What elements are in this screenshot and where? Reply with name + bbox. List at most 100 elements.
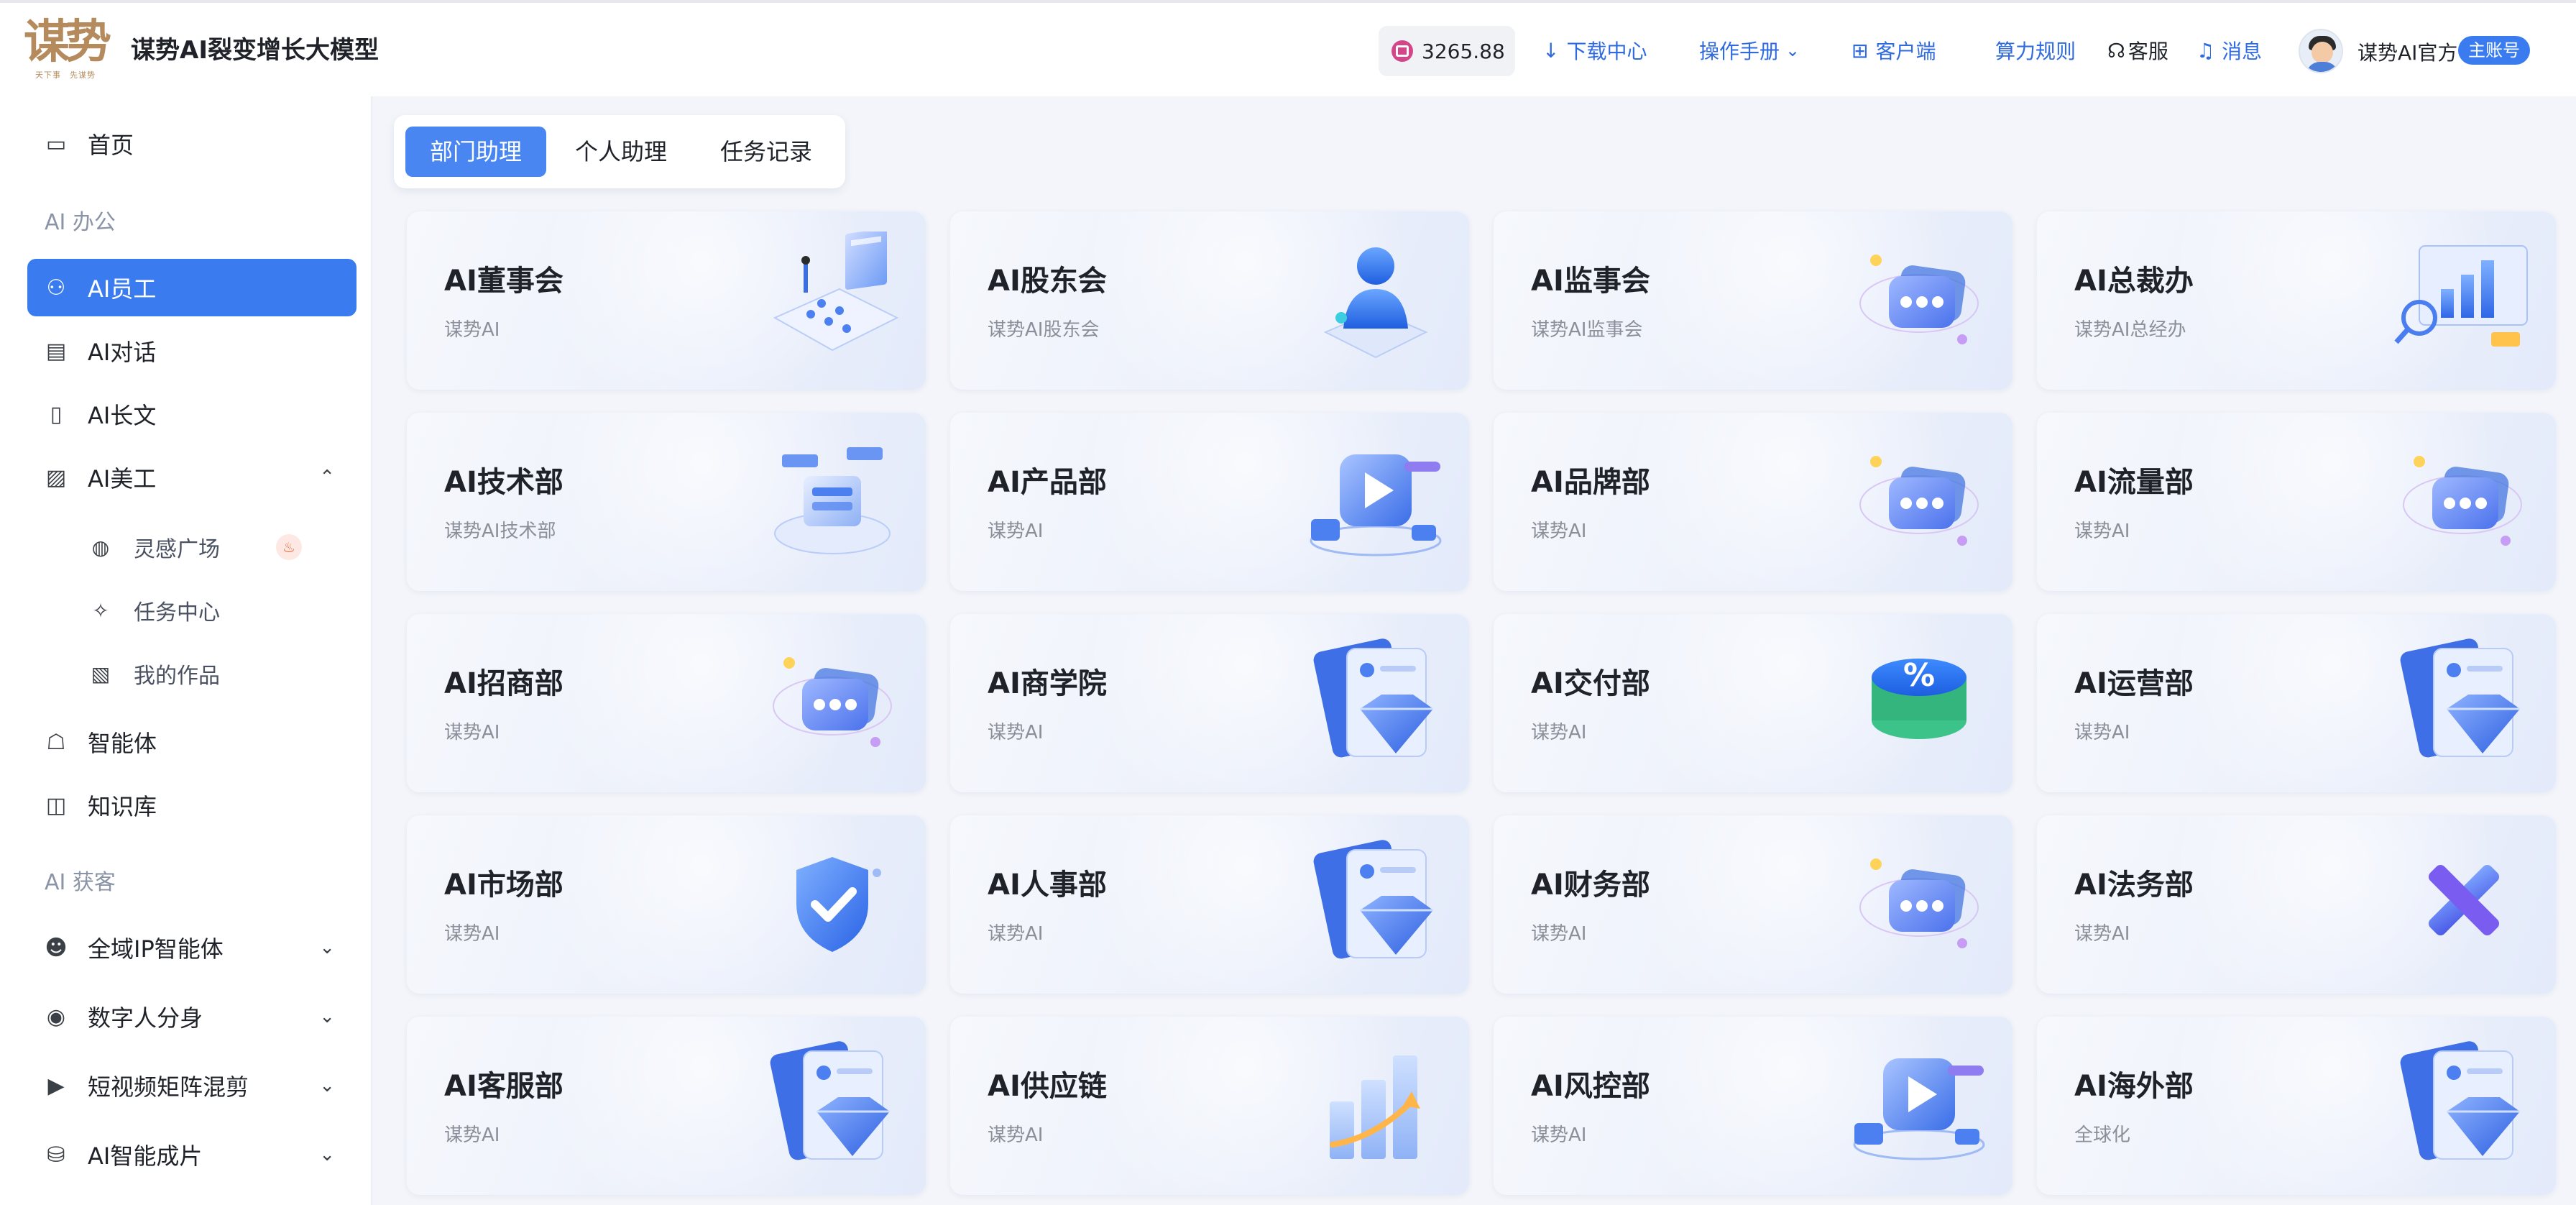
user-name[interactable]: 谋势AI官方 — [2358, 37, 2457, 66]
tab-task-records[interactable]: 任务记录 — [696, 127, 837, 177]
download-arrow-icon: ↓ — [1542, 38, 1560, 63]
card-subtitle: 谋势AI — [444, 722, 500, 743]
sidebar-item-ai-chat[interactable]: ▤ AI对话 — [27, 322, 356, 380]
chat-bubble-icon — [1847, 835, 1991, 972]
sidebar-item-digital-human[interactable]: ◉ 数字人分身 ⌄ — [27, 988, 356, 1045]
diamond-card-icon — [2391, 1037, 2534, 1173]
sidebar-item-home[interactable]: ▭ 首页 — [27, 115, 356, 173]
department-card[interactable]: AI产品部 谋势AI — [950, 413, 1469, 591]
bot-icon: ☖ — [46, 729, 66, 755]
department-card[interactable]: AI财务部 谋势AI — [1494, 815, 2012, 994]
card-subtitle: 谋势AI — [1531, 521, 1587, 542]
department-card[interactable]: AI人事部 谋势AI — [950, 815, 1469, 994]
account-badge: 主账号 — [2458, 36, 2530, 65]
headset-icon: ☊ — [2107, 38, 2125, 63]
tab-department[interactable]: 部门助理 — [405, 127, 547, 177]
department-card[interactable]: AI法务部 谋势AI — [2037, 815, 2556, 994]
compute-rules-link[interactable]: 算力规则 — [1995, 36, 2076, 65]
sidebar-item-knowledge[interactable]: ◫ 知识库 — [27, 776, 356, 834]
card-subtitle: 谋势AI监事会 — [1531, 319, 1643, 341]
card-title: AI风控部 — [1531, 1070, 1650, 1103]
chat-bubble-icon — [1847, 433, 1991, 569]
sidebar-item-video-mix[interactable]: ▶ 短视频矩阵混剪 ⌄ — [27, 1057, 356, 1114]
department-card[interactable]: AI流量部 谋势AI — [2037, 413, 2556, 591]
sidebar: ▭ 首页 AI 办公 ⚇ AI员工 ▤ AI对话 ▯ AI长文 ▨ AI美工 ⌃… — [0, 96, 372, 1205]
sidebar-item-label: AI对话 — [88, 339, 157, 366]
sidebar-item-ai-art[interactable]: ▨ AI美工 ⌃ — [27, 449, 356, 506]
card-subtitle: 谋势AI — [988, 923, 1044, 945]
department-card[interactable]: AI招商部 谋势AI — [407, 614, 926, 792]
balance-chip[interactable]: 3265.88 — [1379, 26, 1515, 76]
card-title: AI市场部 — [444, 869, 564, 902]
department-card[interactable]: AI品牌部 谋势AI — [1494, 413, 2012, 591]
card-title: AI交付部 — [1531, 667, 1650, 700]
card-title: AI监事会 — [1531, 265, 1650, 298]
cross-tools-icon — [2391, 835, 2534, 972]
meeting-icon — [760, 228, 904, 368]
image-edit-icon: ▨ — [45, 464, 67, 490]
department-card[interactable]: AI交付部谋势AI % — [1494, 614, 2012, 792]
card-subtitle: 谋势AI — [2074, 923, 2130, 945]
percent-icon: % — [1847, 634, 1991, 771]
diamond-card-icon — [760, 1037, 904, 1173]
card-title: AI运营部 — [2074, 667, 2194, 700]
card-subtitle: 谋势AI — [2074, 722, 2130, 743]
sidebar-item-ai-film[interactable]: ⛁ AI智能成片 ⌄ — [27, 1126, 356, 1183]
sidebar-group-acquire: AI 获客 — [45, 870, 116, 895]
department-card[interactable]: AI海外部 全球化 — [2037, 1017, 2556, 1195]
chevron-down-icon: ⌄ — [319, 937, 335, 958]
user-icon: ⚇ — [46, 275, 66, 301]
svg-text:%: % — [1903, 657, 1935, 694]
card-subtitle: 谋势AI技术部 — [444, 521, 556, 542]
tab-personal[interactable]: 个人助理 — [551, 127, 691, 177]
card-title: AI供应链 — [988, 1070, 1107, 1103]
top-header: 谋势 天下事 先谋势 谋势AI裂变增长大模型 3265.88 ↓ 下载中心 操作… — [0, 0, 2576, 96]
card-title: AI董事会 — [444, 265, 564, 298]
department-card[interactable]: AI董事会 谋势AI — [407, 211, 926, 390]
chevron-down-icon: ⌄ — [319, 1075, 335, 1096]
customer-service-label: 客服 — [2128, 40, 2168, 63]
download-center-link[interactable]: ↓ 下载中心 — [1542, 36, 1647, 65]
sidebar-item-ip-agent[interactable]: ☻ 全域IP智能体 ⌄ — [27, 919, 356, 976]
card-title: AI商学院 — [988, 667, 1107, 700]
department-card[interactable]: AI风控部 谋势AI — [1494, 1017, 2012, 1195]
manual-dropdown[interactable]: 操作手册 ⌄ — [1699, 36, 1800, 65]
app-logo[interactable]: 谋势 天下事 先谋势 — [14, 10, 116, 88]
chat-bubble-icon — [1847, 232, 1991, 368]
department-card[interactable]: AI客服部 谋势AI — [407, 1017, 926, 1195]
book-icon: ◫ — [45, 792, 67, 818]
client-link[interactable]: ⊞ 客户端 — [1852, 36, 1936, 65]
card-subtitle: 全球化 — [2074, 1124, 2131, 1146]
monitor-icon: ▭ — [45, 131, 67, 157]
sidebar-sub-label: 灵感广场 — [134, 537, 220, 562]
card-subtitle: 谋势AI — [988, 722, 1044, 743]
card-subtitle: 谋势AI — [1531, 722, 1587, 743]
customer-service-link[interactable]: ☊ 客服 — [2107, 36, 2168, 65]
department-card[interactable]: AI商学院谋势AI — [950, 614, 1469, 792]
sidebar-sub-works[interactable]: ▧ 我的作品 — [86, 649, 220, 699]
department-card[interactable]: AI总裁办 谋势AI总经办 — [2037, 211, 2556, 390]
document-icon: ▯ — [50, 401, 63, 427]
sidebar-item-ai-staff[interactable]: ⚇ AI员工 — [27, 259, 356, 316]
department-card[interactable]: AI供应链 谋势AI — [950, 1017, 1469, 1195]
avatar[interactable] — [2299, 29, 2343, 73]
sidebar-item-agents[interactable]: ☖ 智能体 — [27, 713, 356, 771]
department-card[interactable]: AI市场部谋势AI — [407, 815, 926, 994]
department-card[interactable]: AI监事会谋势AI监事会 — [1494, 211, 2012, 390]
department-card[interactable]: AI运营部谋势AI — [2037, 614, 2556, 792]
compute-rules-label: 算力规则 — [1995, 40, 2076, 63]
shield-check-icon — [760, 835, 904, 972]
messages-link[interactable]: ♫ 消息 — [2196, 36, 2262, 65]
sidebar-sub-inspiration[interactable]: ◍ 灵感广场 — [86, 522, 220, 572]
card-subtitle: 谋势AI — [2074, 521, 2130, 542]
card-title: AI总裁办 — [2074, 265, 2194, 298]
sidebar-item-ai-longtext[interactable]: ▯ AI长文 — [27, 385, 356, 443]
department-card[interactable]: AI技术部 谋势AI技术部 — [407, 413, 926, 591]
card-title: AI客服部 — [444, 1070, 564, 1103]
sidebar-item-label: 智能体 — [88, 730, 157, 757]
client-label: 客户端 — [1875, 40, 1936, 63]
card-subtitle: 谋势AI — [444, 923, 500, 945]
sidebar-sub-tasks[interactable]: ✧ 任务中心 — [86, 585, 220, 636]
department-card[interactable]: AI股东会 谋势AI股东会 — [950, 211, 1469, 390]
card-subtitle: 谋势AI — [988, 521, 1044, 542]
